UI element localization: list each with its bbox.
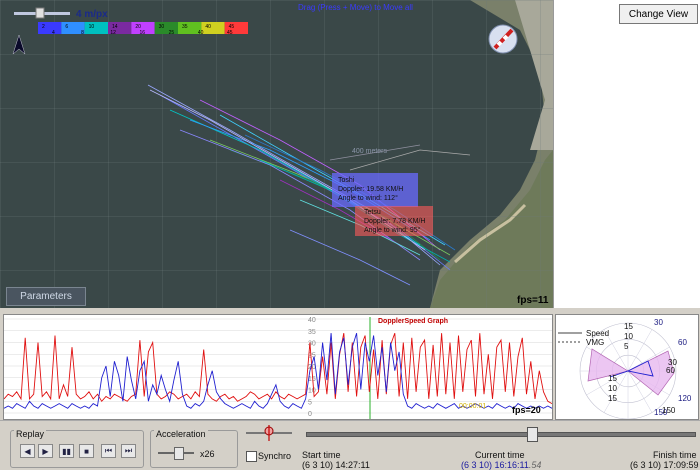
pause-button[interactable]: ▮▮ [59, 444, 74, 458]
step-back-icon: ◀ [24, 446, 31, 456]
polar-radial-label: 10 [624, 332, 633, 341]
polar-radial-label: 150 [662, 406, 676, 415]
tooltip-toshi: Toshi Doppler: 19.58 KM/H Angle to wind:… [334, 174, 407, 205]
tooltip-tetsu: Tetsu Doppler: 7.78 KM/H Angle to wind: … [360, 206, 429, 237]
tooltip-angle: Angle to wind: 95° [364, 227, 421, 234]
zoom-level-label: 4 m/px [76, 9, 108, 20]
polar-legend-speed: Speed [586, 329, 610, 338]
stop-icon: ■ [84, 446, 89, 456]
satellite-map[interactable]: 2 6 10 14 20 30 35 40 454 8 12 16 25 40 45 [0, 0, 553, 308]
tooltip-name: Tetsu [364, 209, 381, 216]
play-icon: ▶ [42, 446, 49, 456]
legend-label-top: 30 [159, 24, 165, 30]
speed-color-legend: 2 6 10 14 20 30 35 40 454 8 12 16 25 40 45 [38, 22, 248, 36]
map-fps: fps=11 [517, 295, 549, 306]
zoom-slider-thumb [35, 7, 45, 19]
polar-angle-label: 120 [678, 394, 692, 403]
legend-label-top: 40 [205, 24, 211, 30]
play-button[interactable]: ▶ [38, 444, 53, 458]
start-time-label: Start time [302, 450, 341, 460]
pause-icon: ▮▮ [62, 446, 71, 456]
legend-label-bottom: 40 [198, 30, 204, 36]
polar-radial-label: 15 [624, 322, 633, 331]
finish-time-label: Finish time [653, 450, 697, 460]
y-tick-label: 35 [308, 329, 316, 336]
y-tick-label: 10 [308, 388, 316, 395]
tooltip-name: Toshi [338, 177, 355, 184]
tooltip-doppler: Doppler: 7.78 KM/H [364, 218, 426, 225]
graph-time-label: 00:00:01 [459, 403, 487, 410]
y-tick-label: 0 [308, 411, 312, 418]
distance-label: 400 meters [352, 148, 388, 155]
legend-label-top: 10 [89, 24, 95, 30]
acceleration-value: x26 [200, 449, 215, 459]
acceleration-slider[interactable] [173, 447, 184, 460]
legend-label-bottom: 25 [169, 30, 175, 36]
rewind-button[interactable]: ⏮ [101, 444, 116, 458]
legend-label-bottom: 12 [110, 30, 116, 36]
graph-fps: fps=20 [512, 405, 541, 415]
polar-radial-label: 15 [608, 374, 617, 383]
polar-radial-label: 15 [608, 394, 617, 403]
legend-label-bottom: 16 [140, 30, 146, 36]
replay-title: Replay [14, 429, 47, 439]
marker-slider[interactable] [264, 425, 274, 441]
current-time-label: Current time [475, 450, 525, 460]
legend-label-bottom: 45 [227, 30, 233, 36]
legend-label-top: 35 [182, 24, 188, 30]
polar-radial-label: 5 [624, 342, 629, 351]
parameters-button[interactable]: Parameters [6, 287, 86, 306]
rewind-icon: ⏮ [104, 446, 113, 455]
synchro-label: Synchro [258, 451, 292, 461]
polar-legend-vmg: VMG [586, 338, 605, 347]
map-view[interactable]: 2 6 10 14 20 30 35 40 45 4 8 12 16 25 40 45 4 m/px Drag… [0, 0, 553, 308]
fast-forward-button[interactable]: ⏭ [121, 444, 136, 458]
y-tick-label: 40 [308, 317, 316, 324]
timeline-track[interactable] [306, 432, 696, 437]
polar-angle-label: 60 [678, 338, 687, 347]
doppler-speed-graph[interactable]: 40 35 30 25 20 15 10 5 0 DopplerSpeed Graph fps=… [3, 314, 553, 420]
graph-title: DopplerSpeed Graph [378, 318, 449, 325]
polar-plot[interactable]: 30 60 120 150 15 10 5 15 10 15 30 60 150 Speed VMG [555, 314, 699, 420]
fast-forward-icon: ⏭ [124, 446, 133, 455]
legend-label-bottom: 4 [52, 30, 55, 36]
polar-radial-label: 10 [608, 384, 617, 393]
legend-label-top: 6 [65, 24, 68, 30]
synchro-checkbox[interactable] [246, 451, 257, 462]
polar-radial-label: 60 [666, 366, 675, 375]
right-panel: Change View [553, 0, 700, 308]
polar-canvas: 3060120150151051510153060150 [558, 318, 692, 420]
tooltip-angle: Angle to wind: 112° [338, 195, 398, 202]
polar-angle-label: 30 [654, 318, 663, 327]
step-back-button[interactable]: ◀ [20, 444, 35, 458]
y-tick-label: 5 [308, 399, 312, 406]
stop-button[interactable]: ■ [79, 444, 94, 458]
tooltip-doppler: Doppler: 19.58 KM/H [338, 186, 404, 193]
control-bar: Replay ◀ ▶ ▮▮ ■ ⏮ ⏭ Acceleration x26 Syn… [0, 420, 700, 470]
acceleration-title: Acceleration [154, 429, 208, 439]
drag-hint: Drag (Press + Move) to Move all [298, 3, 413, 12]
legend-label-bottom: 8 [81, 30, 84, 36]
timeline-slider[interactable] [527, 427, 539, 442]
change-view-button[interactable]: Change View [619, 4, 698, 24]
legend-label-top: 2 [42, 24, 45, 30]
